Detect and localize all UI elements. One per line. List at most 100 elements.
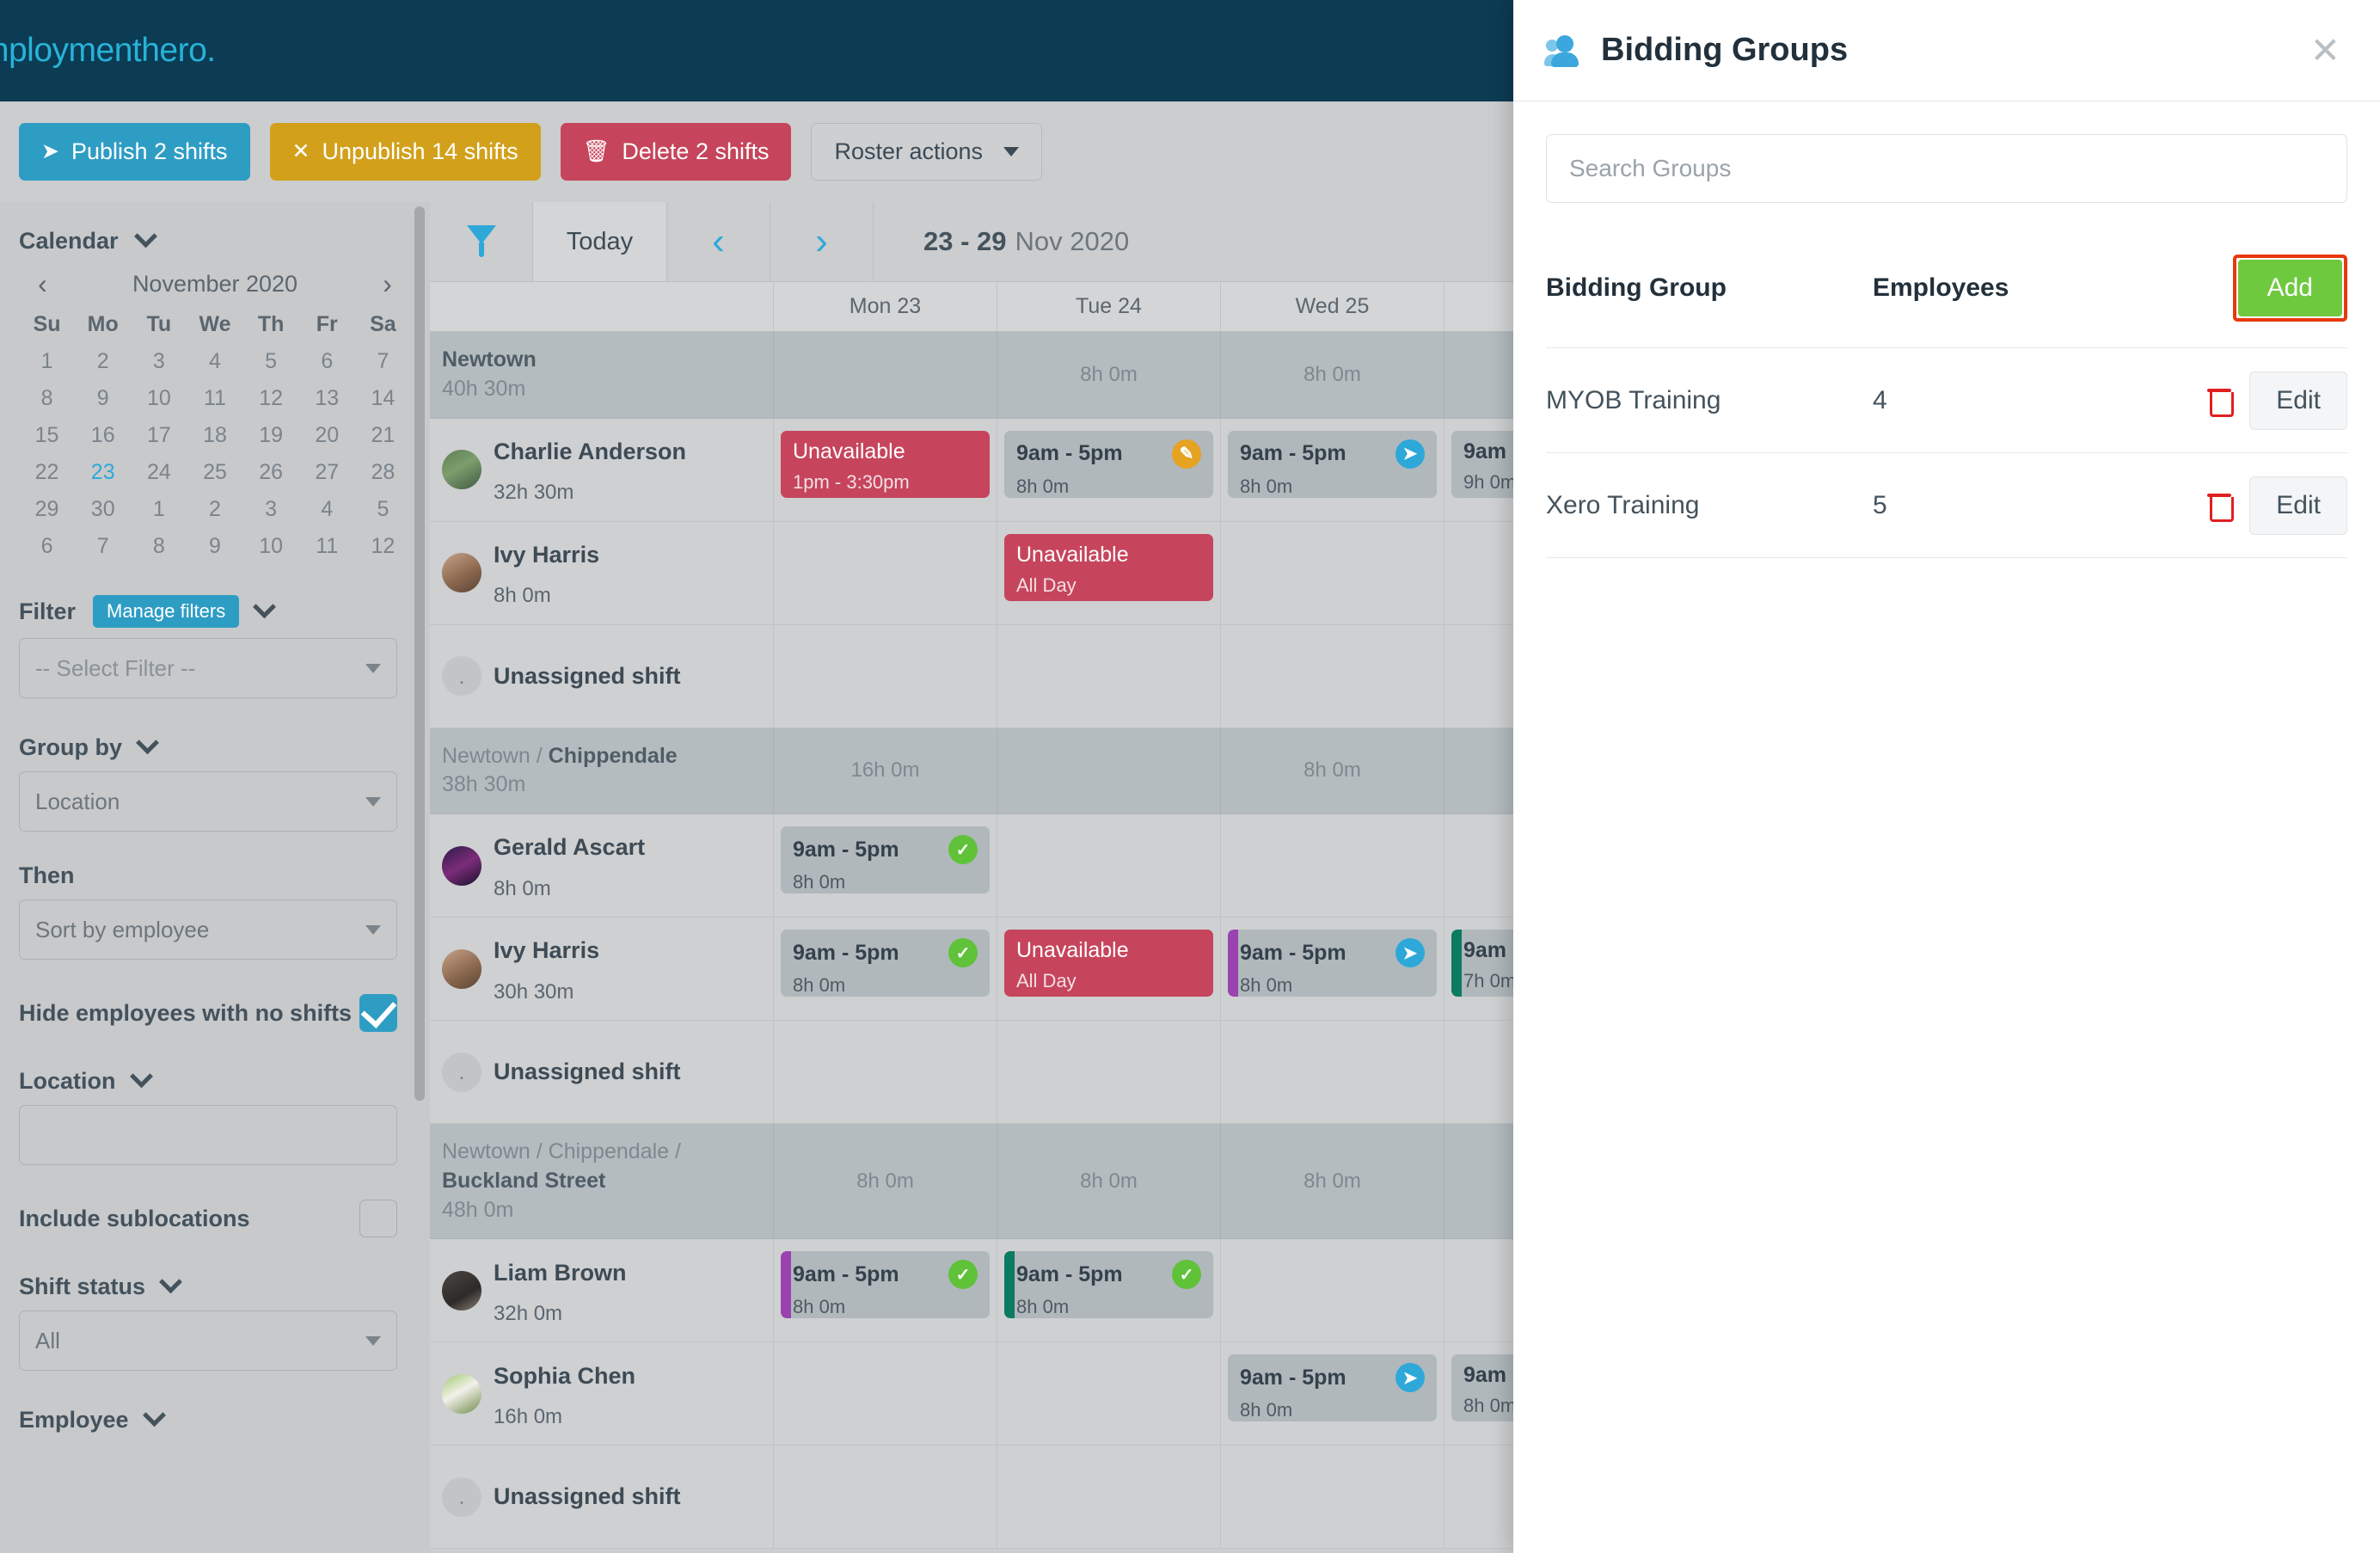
previous-week-button[interactable]: ‹ xyxy=(667,202,770,281)
calendar-day[interactable]: 20 xyxy=(299,423,355,448)
calendar-day[interactable]: 7 xyxy=(355,349,411,374)
roster-day-cell[interactable] xyxy=(774,624,997,727)
unavailability-chip[interactable]: Unavailable All Day xyxy=(1004,930,1213,997)
shift-chip[interactable]: 9am 9h 0m xyxy=(1451,430,1513,498)
approved-check-icon[interactable]: ✓ xyxy=(948,938,978,967)
calendar-day[interactable]: 2 xyxy=(187,497,242,522)
calendar-day[interactable]: 16 xyxy=(75,423,131,448)
roster-day-cell[interactable] xyxy=(997,624,1221,727)
employee-name-cell[interactable]: Ivy Harris 8h 0m xyxy=(430,521,774,624)
calendar-day[interactable]: 18 xyxy=(187,423,242,448)
roster-day-cell[interactable]: 9am - 5pm ✓ 8h 0m xyxy=(774,814,997,917)
calendar-day[interactable]: 10 xyxy=(243,534,299,559)
calendar-day[interactable]: 3 xyxy=(243,497,299,522)
roster-day-cell[interactable] xyxy=(1221,1021,1445,1123)
edit-bidding-group-button[interactable]: Edit xyxy=(2249,476,2347,535)
roster-day-cell[interactable] xyxy=(1445,1446,1513,1548)
shift-chip[interactable]: 9am 8h 0m xyxy=(1451,1354,1513,1422)
hide-employees-no-shifts-checkbox[interactable] xyxy=(359,994,397,1032)
calendar-day[interactable]: 15 xyxy=(19,423,75,448)
shift-chip[interactable]: 9am - 5pm ✓ 8h 0m xyxy=(1004,1251,1213,1319)
calendar-day[interactable]: 4 xyxy=(187,349,242,374)
unpublish-shifts-button[interactable]: ✕ Unpublish 14 shifts xyxy=(269,123,541,181)
calendar-day[interactable]: 1 xyxy=(19,349,75,374)
roster-day-cell[interactable]: 9am 7h 0m xyxy=(1445,918,1513,1020)
edit-bidding-group-button[interactable]: Edit xyxy=(2249,371,2347,430)
calendar-day[interactable]: 8 xyxy=(19,386,75,411)
calendar-day[interactable]: 6 xyxy=(19,534,75,559)
calendar-day[interactable]: 5 xyxy=(243,349,299,374)
calendar-day[interactable]: 13 xyxy=(299,386,355,411)
then-sort-select[interactable]: Sort by employee xyxy=(19,899,397,960)
employee-name-cell[interactable]: Ivy Harris 30h 30m xyxy=(430,918,774,1020)
roster-filter-toggle[interactable] xyxy=(430,202,533,281)
roster-day-cell[interactable]: 9am 9h 0m xyxy=(1445,419,1513,521)
calendar-section-header[interactable]: Calendar xyxy=(19,224,411,255)
roster-day-cell[interactable] xyxy=(997,1021,1221,1123)
calendar-day[interactable]: 9 xyxy=(75,386,131,411)
roster-day-cell[interactable] xyxy=(774,1021,997,1123)
roster-day-cell[interactable]: 9am - 5pm ✓ 8h 0m xyxy=(997,1239,1221,1342)
calendar-day[interactable]: 9 xyxy=(187,534,242,559)
calendar-day[interactable]: 12 xyxy=(243,386,299,411)
roster-day-cell[interactable] xyxy=(997,814,1221,917)
unavailability-chip[interactable]: Unavailable 1pm - 3:30pm xyxy=(781,430,990,498)
calendar-day[interactable]: 4 xyxy=(299,497,355,522)
employee-name-cell[interactable]: Charlie Anderson 32h 30m xyxy=(430,418,774,521)
roster-day-cell[interactable] xyxy=(774,521,997,624)
published-paper-plane-icon[interactable]: ➤ xyxy=(1395,1363,1425,1393)
roster-day-cell[interactable] xyxy=(997,1342,1221,1446)
location-input[interactable] xyxy=(19,1105,397,1165)
roster-day-cell[interactable]: Unavailable All Day xyxy=(997,521,1221,624)
calendar-day[interactable]: 6 xyxy=(299,349,355,374)
calendar-day[interactable]: 14 xyxy=(355,386,411,411)
group-by-select[interactable]: Location xyxy=(19,771,397,832)
calendar-day[interactable]: 11 xyxy=(187,386,242,411)
calendar-day[interactable]: 12 xyxy=(355,534,411,559)
shift-chip[interactable]: 9am - 5pm ➤ 8h 0m xyxy=(1228,930,1437,997)
roster-day-cell[interactable]: 9am - 5pm ✓ 8h 0m xyxy=(774,1239,997,1342)
filter-select[interactable]: -- Select Filter -- xyxy=(19,638,397,698)
sidebar-scrollbar[interactable] xyxy=(414,206,425,1101)
calendar-day[interactable]: 19 xyxy=(243,423,299,448)
shift-chip[interactable]: 9am - 5pm ✓ 8h 0m xyxy=(781,930,990,997)
roster-day-cell[interactable] xyxy=(1445,522,1513,624)
close-icon[interactable]: ✕ xyxy=(2310,32,2340,69)
delete-trash-icon[interactable] xyxy=(2207,492,2235,522)
employee-section-header[interactable]: Employee xyxy=(19,1403,411,1433)
roster-day-cell[interactable]: 9am - 5pm ➤ 8h 0m xyxy=(1221,918,1445,1020)
employee-name-cell[interactable]: . Unassigned shift xyxy=(430,624,774,727)
calendar-day[interactable]: 1 xyxy=(131,497,187,522)
calendar-prev-month-button[interactable]: ‹ xyxy=(19,268,66,300)
calendar-day[interactable]: 10 xyxy=(131,386,187,411)
roster-day-cell[interactable] xyxy=(1221,624,1445,727)
calendar-day[interactable]: 8 xyxy=(131,534,187,559)
published-paper-plane-icon[interactable]: ➤ xyxy=(1395,439,1425,469)
roster-day-cell[interactable] xyxy=(1445,814,1513,917)
draft-pencil-icon[interactable]: ✎ xyxy=(1172,439,1201,469)
calendar-day[interactable]: 27 xyxy=(299,460,355,485)
calendar-day[interactable]: 29 xyxy=(19,497,75,522)
shift-chip[interactable]: 9am 7h 0m xyxy=(1451,930,1513,997)
employee-name-cell[interactable]: Sophia Chen 16h 0m xyxy=(430,1342,774,1446)
calendar-day[interactable]: 11 xyxy=(299,534,355,559)
add-bidding-group-button[interactable]: Add xyxy=(2237,260,2342,316)
calendar-next-month-button[interactable]: › xyxy=(364,268,411,300)
shift-chip[interactable]: 9am - 5pm ✓ 8h 0m xyxy=(781,826,990,893)
roster-day-cell[interactable]: 9am 8h 0m xyxy=(1445,1342,1513,1445)
roster-day-cell[interactable]: 9am - 5pm ➤ 8h 0m xyxy=(1221,1342,1445,1446)
calendar-day[interactable]: 28 xyxy=(355,460,411,485)
roster-day-cell[interactable]: Unavailable 1pm - 3:30pm xyxy=(774,418,997,521)
manage-filters-button[interactable]: Manage filters xyxy=(93,595,240,628)
roster-day-cell[interactable] xyxy=(774,1446,997,1549)
roster-day-cell[interactable] xyxy=(774,1342,997,1446)
roster-day-cell[interactable] xyxy=(1445,1239,1513,1341)
shift-status-section-header[interactable]: Shift status xyxy=(19,1270,411,1300)
roster-day-cell[interactable] xyxy=(1221,814,1445,917)
roster-actions-button[interactable]: Roster actions xyxy=(811,123,1043,181)
delete-shifts-button[interactable]: 🗑 Delete 2 shifts xyxy=(560,123,792,181)
shift-status-select[interactable]: All xyxy=(19,1311,397,1371)
roster-day-cell[interactable]: 9am - 5pm ✎ 8h 0m xyxy=(997,418,1221,521)
chevron-down-icon[interactable] xyxy=(253,594,277,618)
employee-name-cell[interactable]: Gerald Ascart 8h 0m xyxy=(430,814,774,917)
